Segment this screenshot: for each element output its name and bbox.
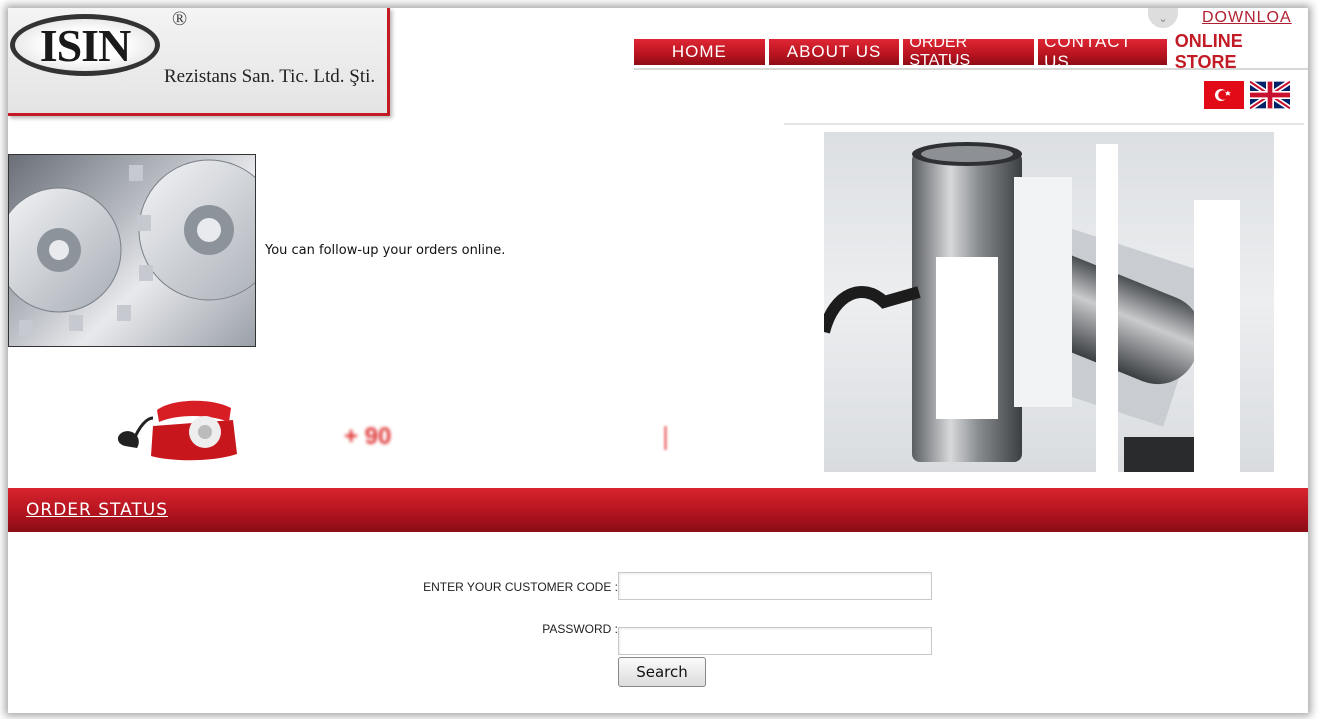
logo-text: ISIN <box>39 19 132 71</box>
nav-online-store[interactable]: ONLINE STORE <box>1171 31 1308 72</box>
chevron-down-icon[interactable]: ⌄ <box>1148 8 1178 28</box>
product-image <box>824 132 1274 472</box>
phone-number-fragment <box>664 426 667 450</box>
download-link[interactable]: ⌄ DOWNLOA <box>1148 8 1292 28</box>
intro-text: You can follow-up your orders online. <box>265 243 506 258</box>
nav-divider <box>634 68 1308 70</box>
logo[interactable]: ISIN <box>10 14 160 76</box>
turkey-flag-icon[interactable] <box>1204 81 1244 109</box>
main-nav: HOME ABOUT US ORDER STATUS CONTACT US ON… <box>634 31 1308 72</box>
nav-order-status[interactable]: ORDER STATUS <box>903 34 1035 69</box>
password-input[interactable] <box>618 627 932 655</box>
customer-code-input[interactable] <box>618 572 932 600</box>
logo-box[interactable]: ISIN ® Rezistans San. Tic. Ltd. Şti. <box>8 8 390 116</box>
company-name: Rezistans San. Tic. Ltd. Şti. <box>164 66 376 87</box>
gears-image <box>8 154 256 347</box>
customer-code-label: ENTER YOUR CUSTOMER CODE : <box>423 580 618 594</box>
nav-home[interactable]: HOME <box>634 39 765 65</box>
uk-flag-icon[interactable] <box>1248 79 1292 111</box>
page-frame: ISIN ® Rezistans San. Tic. Ltd. Şti. ⌄ D… <box>8 8 1308 713</box>
phone-number: + 90 <box>344 423 392 450</box>
language-switcher <box>1204 79 1292 111</box>
order-status-bar: ORDER STATUS <box>8 488 1308 532</box>
registered-mark: ® <box>172 8 188 30</box>
password-label: PASSWORD : <box>542 622 618 636</box>
order-status-title[interactable]: ORDER STATUS <box>26 500 168 520</box>
download-label[interactable]: DOWNLOA <box>1202 9 1292 27</box>
telephone-icon <box>113 396 243 466</box>
search-button[interactable]: Search <box>618 657 706 687</box>
nav-contact-us[interactable]: CONTACT US <box>1038 32 1167 71</box>
header-separator <box>784 123 1304 125</box>
nav-about-us[interactable]: ABOUT US <box>768 39 900 65</box>
